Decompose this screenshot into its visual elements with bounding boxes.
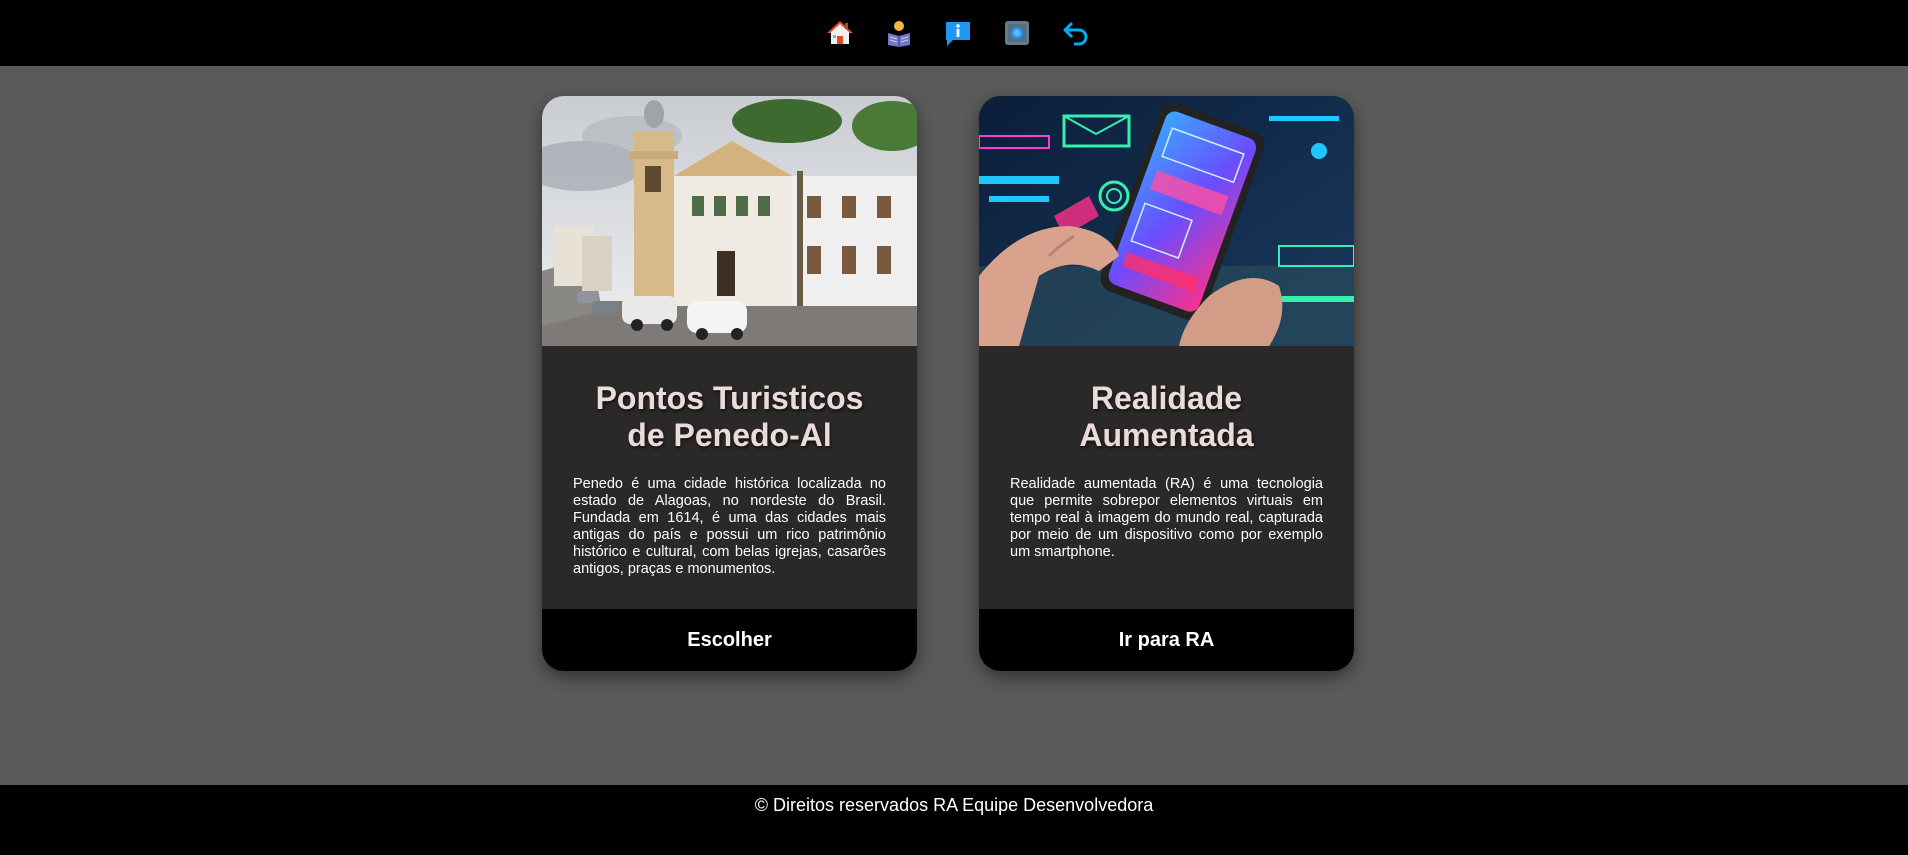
info-icon bbox=[946, 22, 970, 46]
escolher-button[interactable]: Escolher bbox=[542, 609, 917, 671]
church-photo bbox=[542, 96, 917, 346]
home-icon bbox=[827, 21, 853, 44]
card-realidade-aumentada: Realidade Aumentada Realidade aumentada … bbox=[979, 96, 1354, 671]
back-button[interactable] bbox=[1062, 19, 1090, 47]
back-arrow-icon bbox=[1063, 21, 1088, 46]
card-title: Pontos Turisticos de Penedo-Al bbox=[595, 380, 864, 453]
reader-icon bbox=[888, 21, 910, 47]
top-nav-bar bbox=[0, 0, 1908, 66]
info-button[interactable] bbox=[944, 19, 972, 47]
ir-para-ra-button[interactable]: Ir para RA bbox=[979, 609, 1354, 671]
nav-icons bbox=[826, 19, 1090, 47]
footer-text: © Direitos reservados RA Equipe Desenvol… bbox=[754, 795, 1154, 815]
card-list: Pontos Turisticos de Penedo-Al Penedo é … bbox=[542, 96, 1354, 671]
card-body: Pontos Turisticos de Penedo-Al Penedo é … bbox=[542, 346, 917, 609]
footer: © Direitos reservados RA Equipe Desenvol… bbox=[0, 785, 1908, 855]
card-title: Realidade Aumentada bbox=[1079, 380, 1254, 453]
card-pontos-turisticos: Pontos Turisticos de Penedo-Al Penedo é … bbox=[542, 96, 917, 671]
home-button[interactable] bbox=[826, 19, 854, 47]
card-body: Realidade Aumentada Realidade aumentada … bbox=[979, 346, 1354, 609]
card-description: Penedo é uma cidade histórica localizada… bbox=[573, 476, 886, 577]
reader-button[interactable] bbox=[885, 19, 913, 47]
camera-icon bbox=[1005, 21, 1029, 45]
ar-phone-image bbox=[979, 96, 1354, 346]
camera-button[interactable] bbox=[1003, 19, 1031, 47]
card-description: Realidade aumentada (RA) é uma tecnologi… bbox=[1010, 476, 1323, 560]
